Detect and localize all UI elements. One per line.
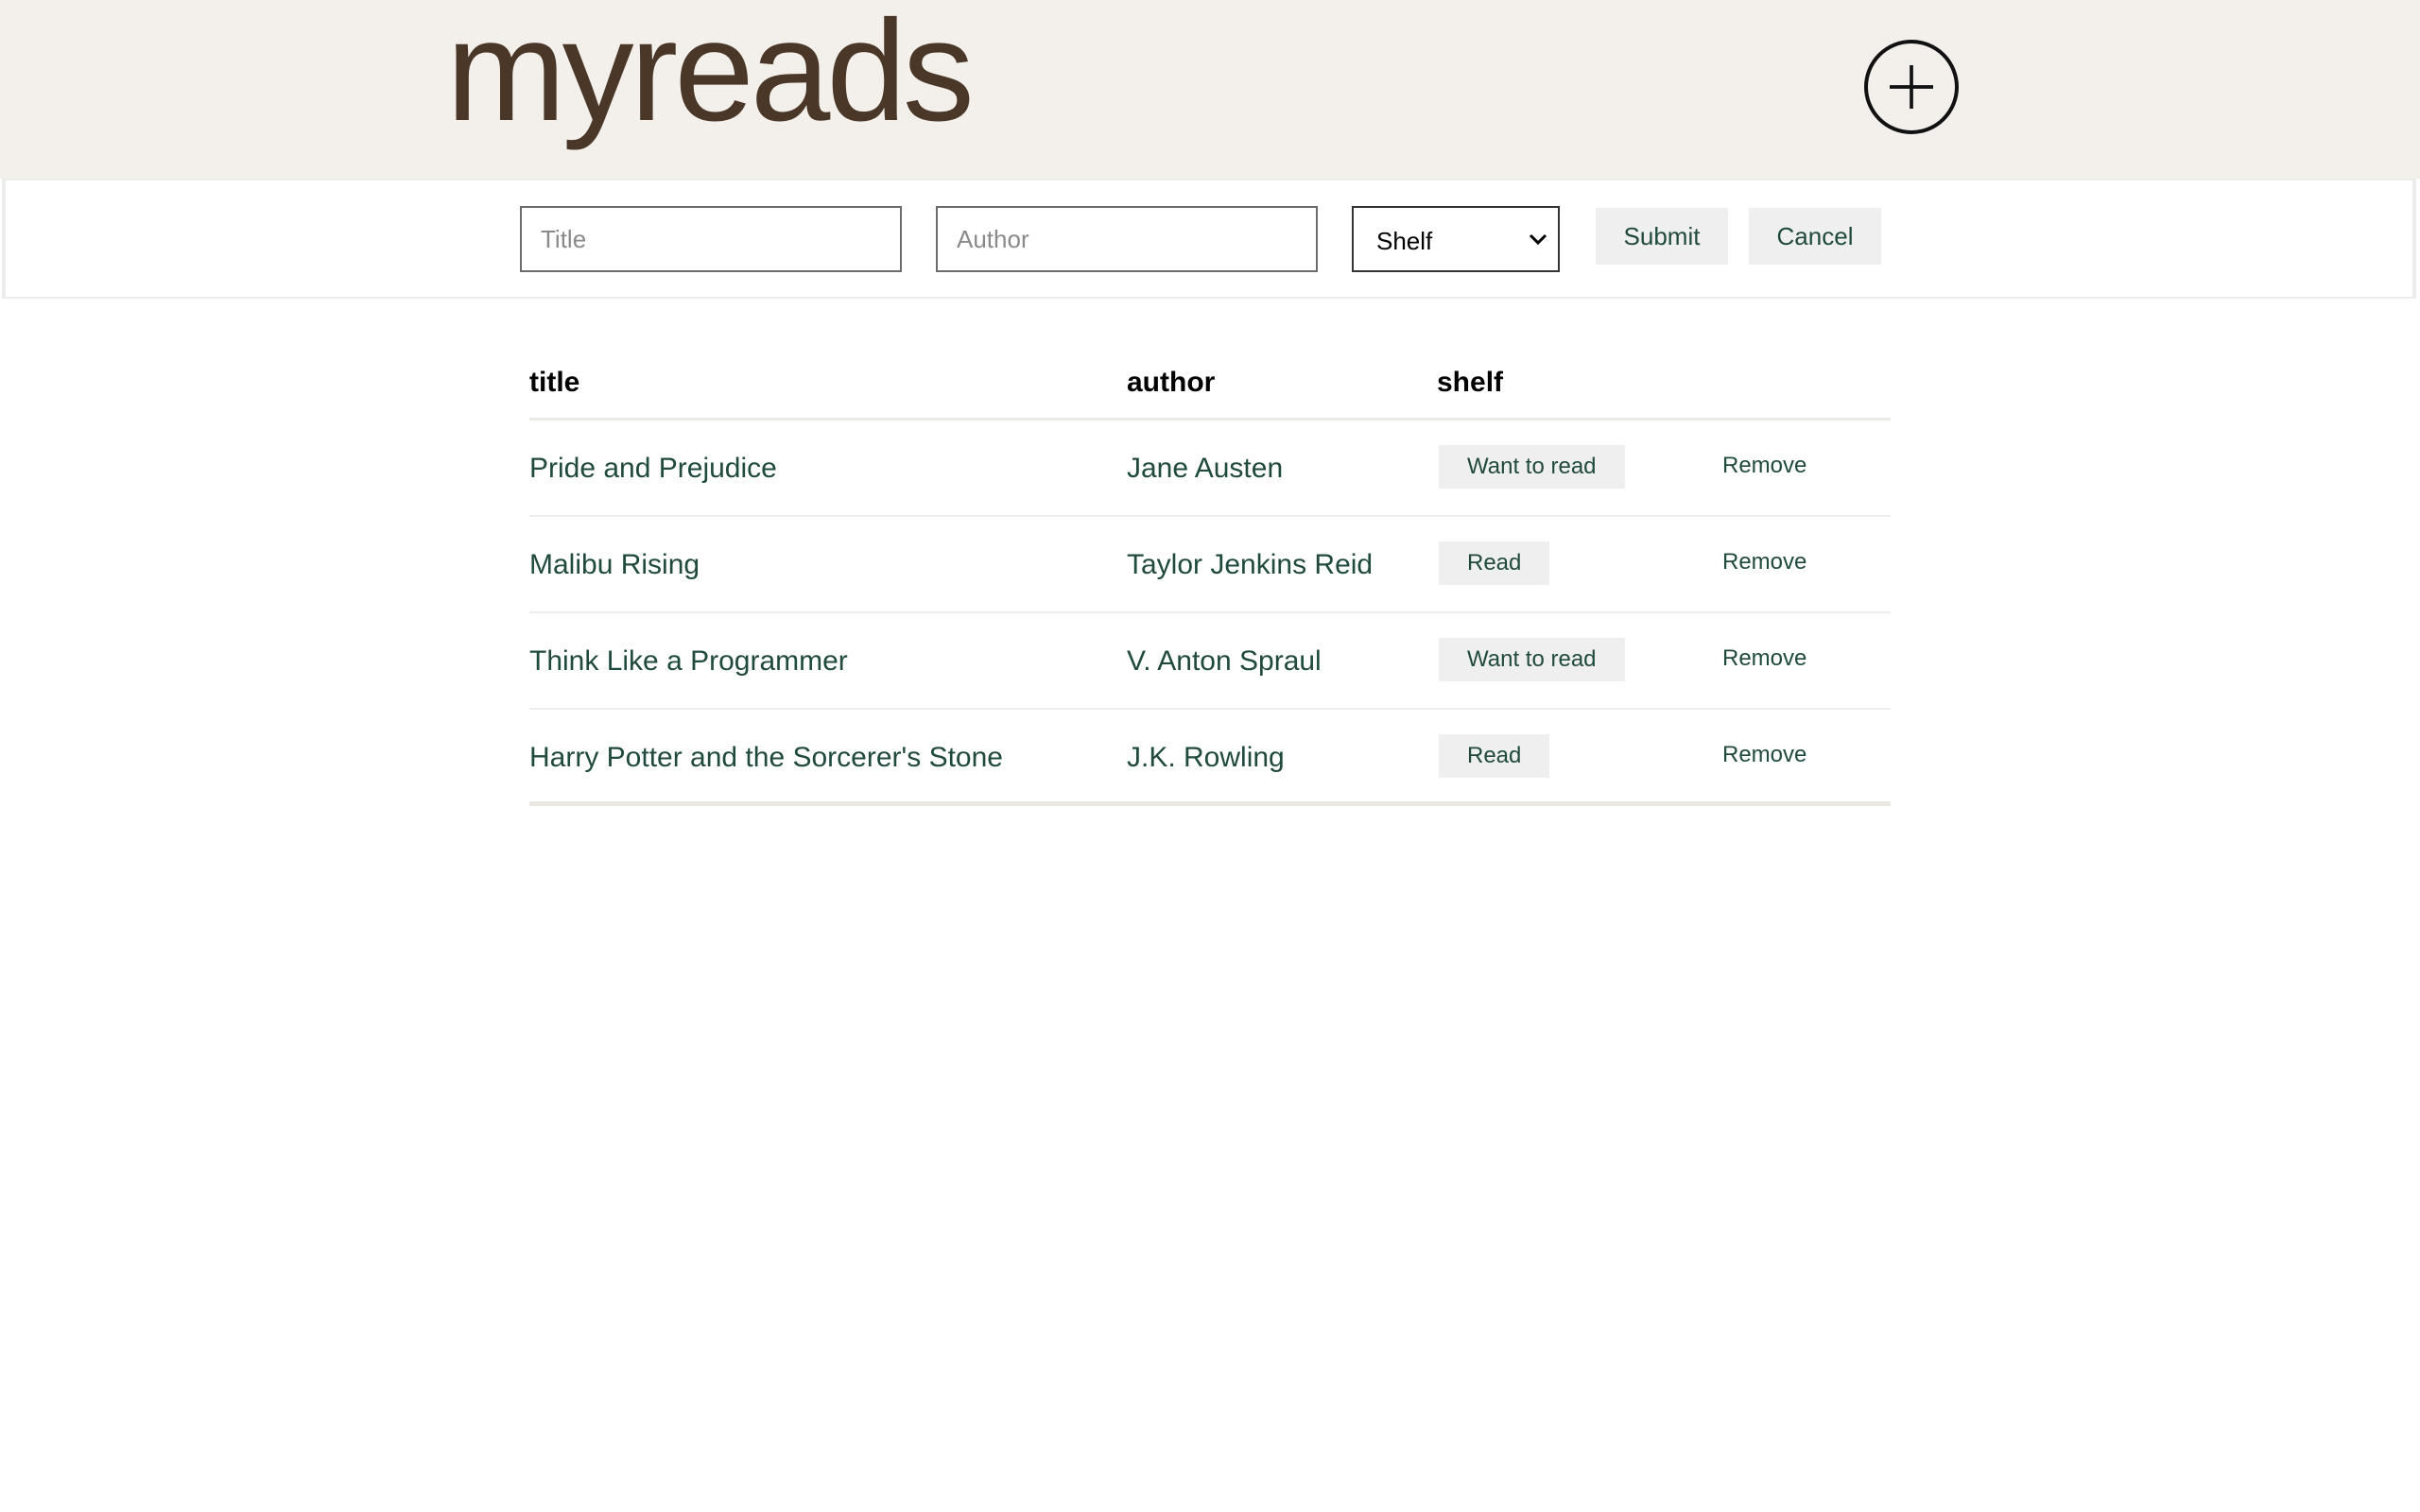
plus-icon [1890,65,1933,109]
shelf-button[interactable]: Read [1439,734,1550,778]
remove-button[interactable]: Remove [1722,549,1806,576]
column-header-title: title [529,367,580,398]
logo-reads: reads [630,0,975,151]
title-input[interactable] [520,206,902,272]
logo: myreads [446,0,975,151]
remove-button[interactable]: Remove [1722,645,1806,672]
book-author[interactable]: J.K. Rowling [1127,742,1285,774]
book-title[interactable]: Think Like a Programmer [529,645,848,678]
book-author[interactable]: V. Anton Spraul [1127,645,1322,678]
table-row: Malibu Rising Taylor Jenkins Reid Read R… [529,517,1891,613]
column-header-author: author [1127,367,1216,398]
shelf-button[interactable]: Want to read [1439,445,1625,489]
app-header: myreads [0,0,2420,179]
table-row: Think Like a Programmer V. Anton Spraul … [529,613,1891,710]
shelf-button[interactable]: Read [1439,541,1550,585]
book-title[interactable]: Harry Potter and the Sorcerer's Stone [529,742,1003,774]
table-bottom-divider [529,801,1891,806]
book-author[interactable]: Jane Austen [1127,453,1283,485]
remove-button[interactable]: Remove [1722,742,1806,768]
shelf-select-value: Shelf [1376,227,1433,255]
book-title[interactable]: Pride and Prejudice [529,453,777,485]
author-input[interactable] [936,206,1318,272]
cancel-button[interactable]: Cancel [1749,208,1881,265]
table-row: Harry Potter and the Sorcerer's Stone J.… [529,710,1891,806]
logo-my: my [446,0,634,151]
chevron-down-icon [1529,233,1547,246]
column-header-shelf: shelf [1437,367,1504,398]
add-book-button[interactable] [1864,40,1959,134]
shelf-select[interactable]: Shelf [1352,206,1560,272]
book-title[interactable]: Malibu Rising [529,549,700,581]
shelf-button[interactable]: Want to read [1439,638,1625,681]
remove-button[interactable]: Remove [1722,453,1806,479]
submit-button[interactable]: Submit [1596,208,1728,265]
book-author[interactable]: Taylor Jenkins Reid [1127,549,1373,581]
table-row: Pride and Prejudice Jane Austen Want to … [529,421,1891,517]
